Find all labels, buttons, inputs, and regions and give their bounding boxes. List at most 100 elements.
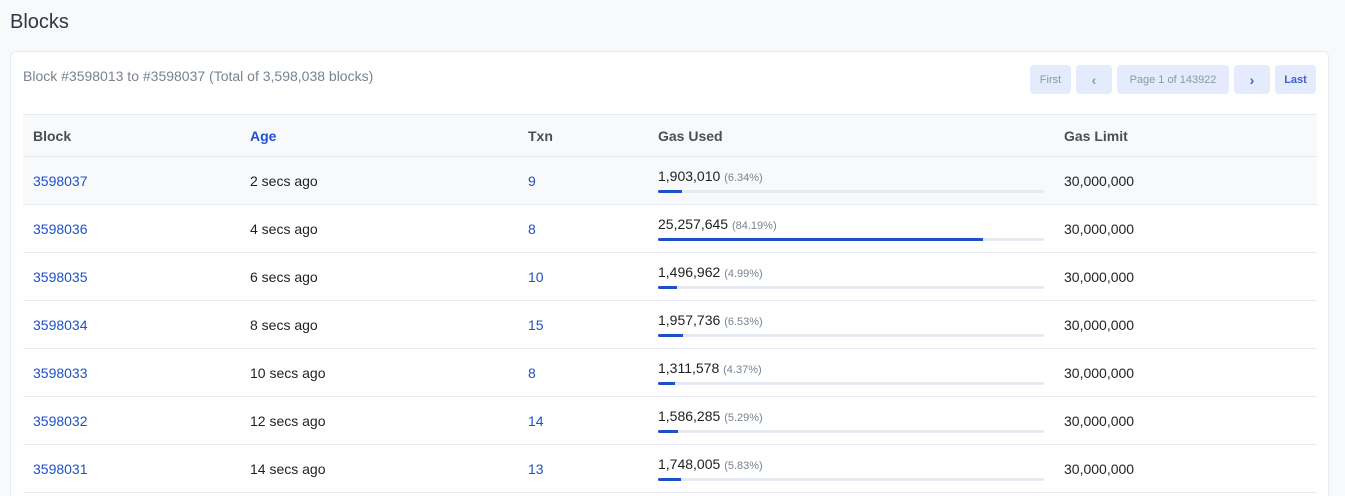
- gas-limit-value: 30,000,000: [1064, 172, 1135, 189]
- gas-used-cell: 1,957,736 (6.53%): [648, 300, 1054, 349]
- gas-limit-cell: 30,000,000: [1054, 348, 1317, 397]
- gas-used-progress-track: [658, 478, 1044, 481]
- txn-cell: 15: [518, 300, 648, 349]
- gas-used-percent: (6.34%): [724, 172, 763, 184]
- block-number-link[interactable]: 3598037: [33, 173, 88, 189]
- gas-limit-value: 30,000,000: [1064, 268, 1135, 285]
- gas-used-value: 25,257,645: [658, 216, 729, 232]
- column-header-txn: Txn: [518, 114, 648, 157]
- txn-count-link[interactable]: 15: [528, 317, 544, 333]
- gas-used-value: 1,748,005: [658, 456, 721, 472]
- table-row: 3598032 12 secs ago 14 1,586,285 (5.29%)…: [23, 396, 1317, 445]
- chevron-left-icon: ‹: [1091, 71, 1097, 88]
- gas-used-progress-track: [658, 430, 1044, 433]
- column-header-block: Block: [23, 114, 240, 157]
- gas-used-cell: 1,311,578 (4.37%): [648, 348, 1054, 397]
- txn-count-link[interactable]: 13: [528, 461, 544, 477]
- gas-used-progress-fill: [658, 286, 678, 289]
- gas-used-value: 1,957,736: [658, 312, 721, 328]
- txn-count-link[interactable]: 8: [528, 365, 536, 381]
- blocks-table: Block Age Txn Gas Used Gas Limit 3598037…: [23, 114, 1317, 493]
- gas-used: 25,257,645 (84.19%): [658, 216, 1044, 241]
- gas-limit-value: 30,000,000: [1064, 316, 1135, 333]
- block-cell: 3598034: [23, 300, 240, 349]
- txn-count-link[interactable]: 8: [528, 221, 536, 237]
- first-page-button[interactable]: First: [1030, 65, 1071, 94]
- blocks-card: Block #3598013 to #3598037 (Total of 3,5…: [10, 51, 1329, 496]
- pagination: First ‹ Page 1 of 143922 › Last: [1030, 65, 1316, 94]
- gas-used-progress-track: [658, 190, 1044, 193]
- age-cell: 10 secs ago: [240, 348, 518, 397]
- column-header-gas-used: Gas Used: [648, 114, 1054, 157]
- gas-used-progress-track: [658, 286, 1044, 289]
- block-number-link[interactable]: 3598034: [33, 317, 88, 333]
- gas-limit-value: 30,000,000: [1064, 364, 1135, 381]
- age-cell: 4 secs ago: [240, 204, 518, 253]
- gas-limit-cell: 30,000,000: [1054, 396, 1317, 445]
- block-number-link[interactable]: 3598031: [33, 461, 88, 477]
- block-cell: 3598036: [23, 204, 240, 253]
- gas-limit-value: 30,000,000: [1064, 220, 1135, 237]
- age-text: 10 secs ago: [250, 364, 326, 381]
- table-row: 3598034 8 secs ago 15 1,957,736 (6.53%) …: [23, 300, 1317, 349]
- table-header-row: Block Age Txn Gas Used Gas Limit: [23, 114, 1317, 157]
- gas-used: 1,957,736 (6.53%): [658, 312, 1044, 337]
- age-text: 14 secs ago: [250, 460, 326, 477]
- gas-limit-cell: 30,000,000: [1054, 300, 1317, 349]
- block-number-link[interactable]: 3598032: [33, 413, 88, 429]
- block-cell: 3598031: [23, 444, 240, 493]
- gas-used-value: 1,311,578: [658, 360, 720, 376]
- gas-limit-value: 30,000,000: [1064, 412, 1135, 429]
- block-cell: 3598037: [23, 156, 240, 205]
- column-header-age[interactable]: Age: [240, 114, 518, 157]
- table-row: 3598036 4 secs ago 8 25,257,645 (84.19%)…: [23, 204, 1317, 253]
- gas-used-percent: (4.37%): [723, 364, 762, 376]
- gas-used-cell: 1,748,005 (5.83%): [648, 444, 1054, 493]
- previous-page-button[interactable]: ‹: [1076, 65, 1112, 94]
- next-page-button[interactable]: ›: [1234, 65, 1270, 94]
- age-text: 8 secs ago: [250, 316, 318, 333]
- age-cell: 12 secs ago: [240, 396, 518, 445]
- gas-used-progress-fill: [658, 382, 675, 385]
- chevron-right-icon: ›: [1249, 71, 1255, 88]
- age-text: 2 secs ago: [250, 172, 318, 189]
- age-cell: 2 secs ago: [240, 156, 518, 205]
- gas-limit-cell: 30,000,000: [1054, 252, 1317, 301]
- gas-used-cell: 1,903,010 (6.34%): [648, 156, 1054, 205]
- age-cell: 6 secs ago: [240, 252, 518, 301]
- age-text: 6 secs ago: [250, 268, 318, 285]
- txn-cell: 14: [518, 396, 648, 445]
- gas-used-progress-track: [658, 334, 1044, 337]
- block-number-link[interactable]: 3598036: [33, 221, 88, 237]
- age-cell: 8 secs ago: [240, 300, 518, 349]
- last-page-button[interactable]: Last: [1275, 65, 1316, 94]
- txn-count-link[interactable]: 14: [528, 413, 544, 429]
- gas-limit-cell: 30,000,000: [1054, 204, 1317, 253]
- block-number-link[interactable]: 3598033: [33, 365, 88, 381]
- block-cell: 3598035: [23, 252, 240, 301]
- gas-used-progress-fill: [658, 238, 983, 241]
- gas-limit-cell: 30,000,000: [1054, 156, 1317, 205]
- table-row: 3598031 14 secs ago 13 1,748,005 (5.83%)…: [23, 444, 1317, 493]
- gas-used-percent: (5.83%): [724, 460, 763, 472]
- gas-used: 1,748,005 (5.83%): [658, 456, 1044, 481]
- block-number-link[interactable]: 3598035: [33, 269, 88, 285]
- gas-used-progress-fill: [658, 430, 679, 433]
- page-indicator: Page 1 of 143922: [1117, 65, 1229, 94]
- age-cell: 14 secs ago: [240, 444, 518, 493]
- gas-used-progress-track: [658, 238, 1044, 241]
- gas-used-progress-track: [658, 382, 1044, 385]
- gas-used-percent: (84.19%): [731, 220, 777, 232]
- page-title: Blocks: [10, 11, 69, 33]
- gas-used-value: 1,903,010: [658, 168, 721, 184]
- txn-count-link[interactable]: 9: [528, 173, 536, 189]
- gas-used-percent: (4.99%): [724, 268, 763, 280]
- gas-limit-value: 30,000,000: [1064, 460, 1135, 477]
- gas-used: 1,311,578 (4.37%): [658, 360, 1044, 385]
- gas-used-percent: (6.53%): [724, 316, 763, 328]
- gas-used: 1,496,962 (4.99%): [658, 264, 1044, 289]
- txn-cell: 8: [518, 348, 648, 397]
- table-row: 3598033 10 secs ago 8 1,311,578 (4.37%) …: [23, 348, 1317, 397]
- txn-cell: 8: [518, 204, 648, 253]
- txn-count-link[interactable]: 10: [528, 269, 544, 285]
